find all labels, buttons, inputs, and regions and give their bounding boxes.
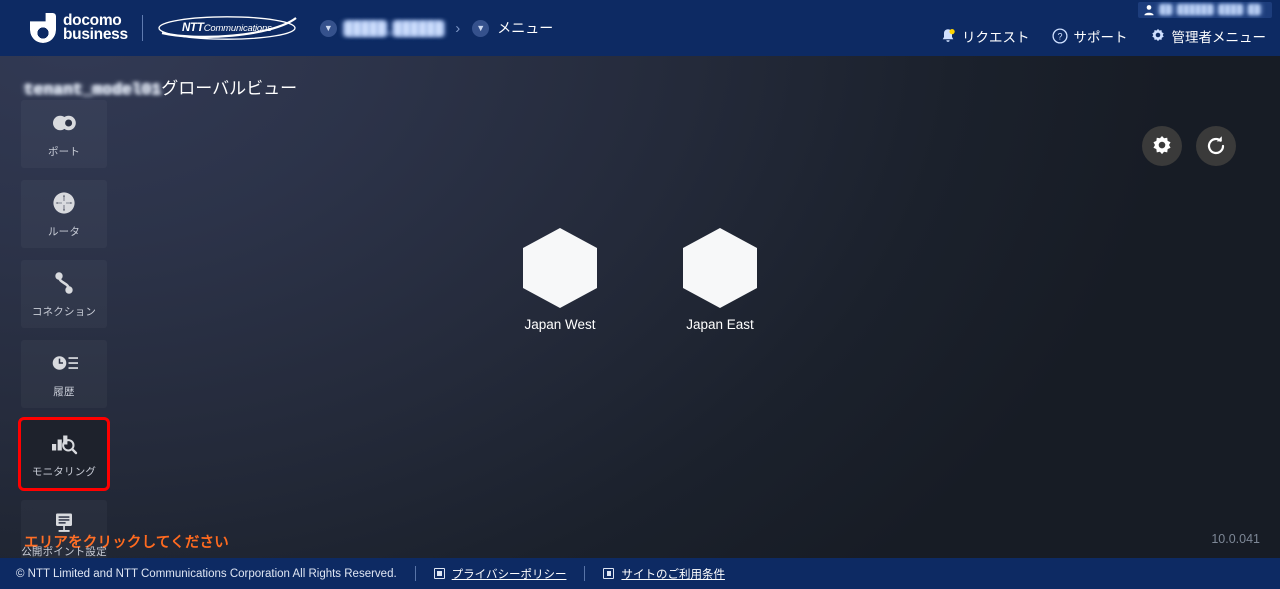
footer-copyright: © NTT Limited and NTT Communications Cor…: [16, 568, 397, 580]
sidebar-label-router: ルータ: [48, 224, 80, 239]
global-view-canvas[interactable]: tenant_model01グローバルビュー: [0, 56, 1280, 558]
tool-sidebar: ポート ルータ: [21, 100, 107, 558]
ntt-wordmark: NTTCommunications: [182, 22, 272, 34]
svg-text:?: ?: [1057, 31, 1062, 41]
monitoring-icon: [47, 430, 81, 456]
nav-request-label: リクエスト: [962, 26, 1030, 46]
breadcrumb-tenant-label: █████_██████: [345, 21, 443, 36]
sidebar-item-monitoring[interactable]: モニタリング: [21, 420, 107, 488]
page-title-tenant: tenant_model01: [24, 81, 161, 99]
app-root: docomo business NTTCommunications ▼ ████…: [0, 0, 1280, 589]
page-title: tenant_model01グローバルビュー: [24, 74, 297, 99]
top-nav-actions: リクエスト ? サポート 管理者メニュー: [940, 26, 1266, 46]
router-icon: [47, 190, 81, 216]
refresh-icon: [1205, 135, 1227, 157]
connection-icon: [47, 270, 81, 296]
sidebar-label-history: 履歴: [53, 384, 74, 399]
brand-logo[interactable]: docomo business NTTCommunications: [30, 0, 298, 56]
footer-divider: [584, 566, 585, 581]
page-title-suffix: グローバルビュー: [161, 74, 297, 99]
docomo-d-icon: [30, 13, 56, 43]
bell-icon: [940, 28, 956, 44]
docomo-business-wordmark: docomo business: [63, 14, 128, 43]
sidebar-item-router[interactable]: ルータ: [21, 180, 107, 248]
canvas-action-buttons: [1142, 126, 1236, 166]
help-icon: ?: [1052, 28, 1068, 44]
gear-icon: [1150, 28, 1166, 44]
nav-request-button[interactable]: リクエスト: [940, 26, 1030, 46]
breadcrumb-separator: ›: [455, 20, 460, 37]
sidebar-label-endpoint: 公開ポイント設定: [21, 544, 107, 559]
external-link-icon: [603, 568, 614, 579]
external-link-icon: [434, 568, 445, 579]
sidebar-item-endpoint[interactable]: 公開ポイント設定: [21, 500, 107, 558]
gear-icon: [1151, 135, 1173, 157]
sidebar-label-monitoring: モニタリング: [32, 464, 96, 479]
footer: © NTT Limited and NTT Communications Cor…: [0, 558, 1280, 589]
hexagon-icon: [523, 228, 597, 308]
footer-link-privacy[interactable]: プライバシーポリシー: [434, 566, 567, 582]
map-node-japan-east[interactable]: Japan East: [677, 228, 763, 332]
map-node-label: Japan West: [524, 317, 595, 332]
user-icon: [1143, 4, 1155, 16]
nav-support-button[interactable]: ? サポート: [1052, 26, 1128, 46]
breadcrumb-item-tenant[interactable]: ▼ █████_██████: [320, 20, 443, 37]
breadcrumb-menu-label: メニュー: [497, 18, 553, 38]
footer-divider: [415, 566, 416, 581]
breadcrumb-item-menu[interactable]: ▼ メニュー: [472, 18, 553, 38]
sidebar-label-port: ポート: [48, 144, 80, 159]
settings-button[interactable]: [1142, 126, 1182, 166]
nav-admin-menu-button[interactable]: 管理者メニュー: [1150, 26, 1267, 46]
chevron-down-icon: ▼: [320, 20, 337, 37]
ntt-bold-text: NTT: [182, 22, 204, 34]
history-icon: [47, 350, 81, 376]
top-navigation-bar: docomo business NTTCommunications ▼ ████…: [0, 0, 1280, 56]
hexagon-icon: [683, 228, 757, 308]
map-node-japan-west[interactable]: Japan West: [517, 228, 603, 332]
port-icon: [47, 110, 81, 136]
sidebar-item-port[interactable]: ポート: [21, 100, 107, 168]
refresh-button[interactable]: [1196, 126, 1236, 166]
sidebar-label-connection: コネクション: [32, 304, 96, 319]
nav-support-label: サポート: [1074, 26, 1128, 46]
footer-link-privacy-label: プライバシーポリシー: [452, 566, 567, 582]
footer-link-terms-label: サイトのご利用条件: [621, 566, 725, 582]
brand-divider: [142, 15, 143, 41]
ntt-small-text: Communications: [204, 23, 272, 34]
nav-admin-menu-label: 管理者メニュー: [1172, 26, 1267, 46]
endpoint-icon: [47, 510, 81, 536]
docomo-line2: business: [63, 28, 128, 43]
footer-link-terms[interactable]: サイトのご利用条件: [603, 566, 725, 582]
user-badge[interactable]: ██ ██████ ████ ██: [1138, 2, 1272, 18]
version-label: 10.0.041: [1211, 532, 1260, 546]
map-node-label: Japan East: [686, 317, 754, 332]
breadcrumb: ▼ █████_██████ › ▼ メニュー: [320, 18, 553, 38]
sidebar-item-history[interactable]: 履歴: [21, 340, 107, 408]
chevron-down-icon: ▼: [472, 20, 489, 37]
ntt-communications-logo: NTTCommunications: [156, 15, 298, 41]
sidebar-item-connection[interactable]: コネクション: [21, 260, 107, 328]
user-badge-text: ██ ██████ ████ ██: [1160, 5, 1260, 15]
